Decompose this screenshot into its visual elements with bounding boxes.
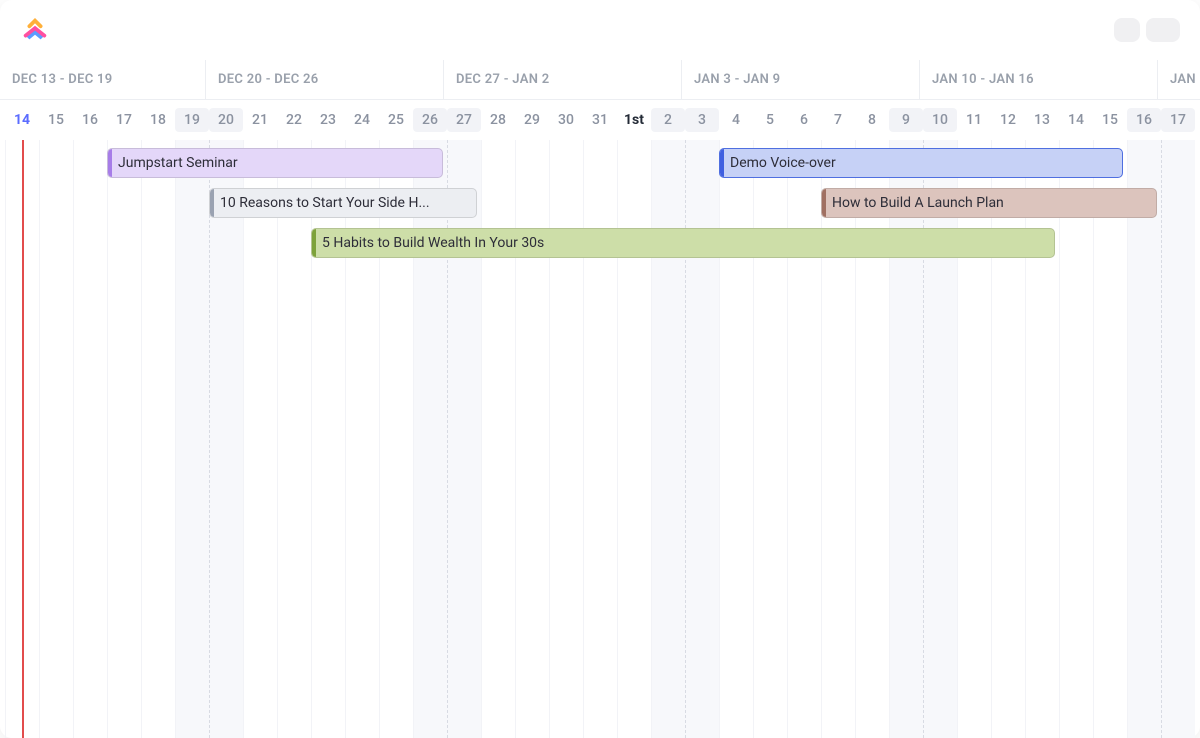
grid-column — [209, 140, 243, 738]
clickup-logo-icon — [20, 15, 50, 45]
day-cell[interactable]: 27 — [447, 108, 481, 132]
grid-column — [1161, 140, 1195, 738]
day-cell[interactable]: 18 — [141, 108, 175, 132]
task-title: 5 Habits to Build Wealth In Your 30s — [322, 235, 544, 251]
day-cell[interactable]: 17 — [107, 108, 141, 132]
topbar — [0, 0, 1200, 60]
task-title: Jumpstart Seminar — [118, 155, 238, 171]
day-cell[interactable]: 9 — [889, 108, 923, 132]
week-label[interactable]: JAN 10 - JAN 16 — [919, 60, 1157, 99]
week-label[interactable]: JAN 3 - JAN 9 — [681, 60, 919, 99]
grid-column — [107, 140, 141, 738]
topbar-button-2[interactable] — [1146, 18, 1180, 42]
day-cell[interactable]: 25 — [379, 108, 413, 132]
grid-column — [141, 140, 175, 738]
day-cell[interactable]: 14 — [1059, 108, 1093, 132]
week-label[interactable]: JAN — [1157, 60, 1200, 99]
day-cell[interactable]: 12 — [991, 108, 1025, 132]
day-cell[interactable]: 2 — [651, 108, 685, 132]
day-cell[interactable]: 31 — [583, 108, 617, 132]
topbar-actions — [1114, 18, 1180, 42]
day-cell[interactable]: 29 — [515, 108, 549, 132]
day-cell[interactable]: 3 — [685, 108, 719, 132]
day-cell[interactable]: 13 — [1025, 108, 1059, 132]
day-cell[interactable]: 24 — [345, 108, 379, 132]
day-cell[interactable]: 10 — [923, 108, 957, 132]
week-label[interactable]: DEC 20 - DEC 26 — [205, 60, 443, 99]
day-cell[interactable]: 15 — [39, 108, 73, 132]
week-label[interactable]: DEC 13 - DEC 19 — [0, 60, 205, 99]
day-cell[interactable]: 17 — [1161, 108, 1195, 132]
week-header: DEC 13 - DEC 19DEC 20 - DEC 26DEC 27 - J… — [0, 60, 1200, 100]
grid-column — [1127, 140, 1161, 738]
day-cell[interactable]: 6 — [787, 108, 821, 132]
day-cell[interactable]: 28 — [481, 108, 515, 132]
topbar-button-1[interactable] — [1114, 18, 1140, 42]
task-bar[interactable]: Jumpstart Seminar — [107, 148, 443, 178]
grid-column — [243, 140, 277, 738]
grid-column — [39, 140, 73, 738]
week-label[interactable]: DEC 27 - JAN 2 — [443, 60, 681, 99]
grid-column — [73, 140, 107, 738]
day-cell[interactable]: 1st — [617, 108, 651, 132]
task-title: Demo Voice-over — [730, 155, 836, 171]
day-cell[interactable]: 8 — [855, 108, 889, 132]
day-cell[interactable]: 16 — [1127, 108, 1161, 132]
grid-column — [1093, 140, 1127, 738]
app-logo[interactable] — [20, 15, 50, 45]
task-title: How to Build A Launch Plan — [832, 195, 1004, 211]
day-cell[interactable]: 30 — [549, 108, 583, 132]
task-bar[interactable]: 10 Reasons to Start Your Side H... — [209, 188, 477, 218]
day-cell[interactable]: 5 — [753, 108, 787, 132]
day-cell[interactable]: 19 — [175, 108, 209, 132]
day-cell[interactable]: 16 — [73, 108, 107, 132]
day-cell[interactable]: 21 — [243, 108, 277, 132]
day-cell[interactable]: 23 — [311, 108, 345, 132]
timeline-chart[interactable]: Jumpstart Seminar 10 Reasons to Start You… — [0, 140, 1200, 738]
day-cell[interactable]: 7 — [821, 108, 855, 132]
task-bar[interactable]: How to Build A Launch Plan — [821, 188, 1157, 218]
grid-column — [277, 140, 311, 738]
task-title: 10 Reasons to Start Your Side H... — [220, 195, 430, 211]
task-bar[interactable]: 5 Habits to Build Wealth In Your 30s — [311, 228, 1055, 258]
day-cell[interactable]: 22 — [277, 108, 311, 132]
day-cell[interactable]: 11 — [957, 108, 991, 132]
grid-column — [1059, 140, 1093, 738]
day-header: 1415161718192021222324252627282930311st2… — [0, 100, 1200, 140]
day-cell[interactable]: 15 — [1093, 108, 1127, 132]
task-bar[interactable]: Demo Voice-over — [719, 148, 1123, 178]
day-cell[interactable]: 4 — [719, 108, 753, 132]
day-cell[interactable]: 26 — [413, 108, 447, 132]
day-cell[interactable]: 20 — [209, 108, 243, 132]
grid-column — [175, 140, 209, 738]
day-cell[interactable]: 14 — [5, 108, 39, 132]
today-indicator — [22, 140, 24, 738]
